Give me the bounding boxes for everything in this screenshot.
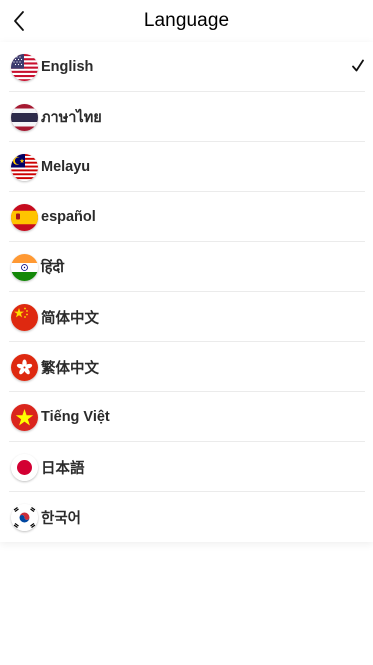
language-item-traditional-chinese[interactable]: 繁体中文 [0,342,373,392]
language-list: English ภาษาไทย Melayu español हिंदी 简体中… [0,42,373,542]
vietnam-flag-icon [11,403,38,431]
language-item-vietnamese[interactable]: Tiếng Việt [0,392,373,442]
hong-kong-flag-icon [11,353,38,381]
spain-flag-icon [11,203,38,231]
thailand-flag-icon [11,103,38,131]
india-flag-icon [11,253,38,281]
language-item-japanese[interactable]: 日本語 [0,442,373,492]
language-item-spanish[interactable]: español [0,192,373,242]
china-flag-icon [11,303,38,331]
language-label: 日本語 [41,460,85,477]
language-label: 한국어 [41,510,82,527]
language-item-simplified-chinese[interactable]: 简体中文 [0,292,373,342]
language-item-thai[interactable]: ภาษาไทย [0,92,373,142]
language-item-korean[interactable]: 한국어 [0,492,373,542]
language-label: Melayu [41,159,91,175]
language-item-hindi[interactable]: हिंदी [0,242,373,292]
language-label: Tiếng Việt [41,409,110,425]
malaysia-flag-icon [11,153,38,181]
language-item-malay[interactable]: Melayu [0,142,373,192]
language-label: 繁体中文 [41,360,99,377]
language-label: हिंदी [41,260,64,276]
page-title: Language [143,10,230,31]
checkmark-icon [352,59,364,72]
japan-flag-icon [11,453,38,481]
language-label: 简体中文 [41,310,99,327]
language-label: English [41,59,94,75]
us-flag-icon [11,53,38,81]
top-bar: Language [0,0,373,42]
language-label: español [41,209,96,225]
korea-flag-icon [11,503,38,531]
language-label: ภาษาไทย [41,109,102,126]
language-item-english[interactable]: English [0,42,373,92]
